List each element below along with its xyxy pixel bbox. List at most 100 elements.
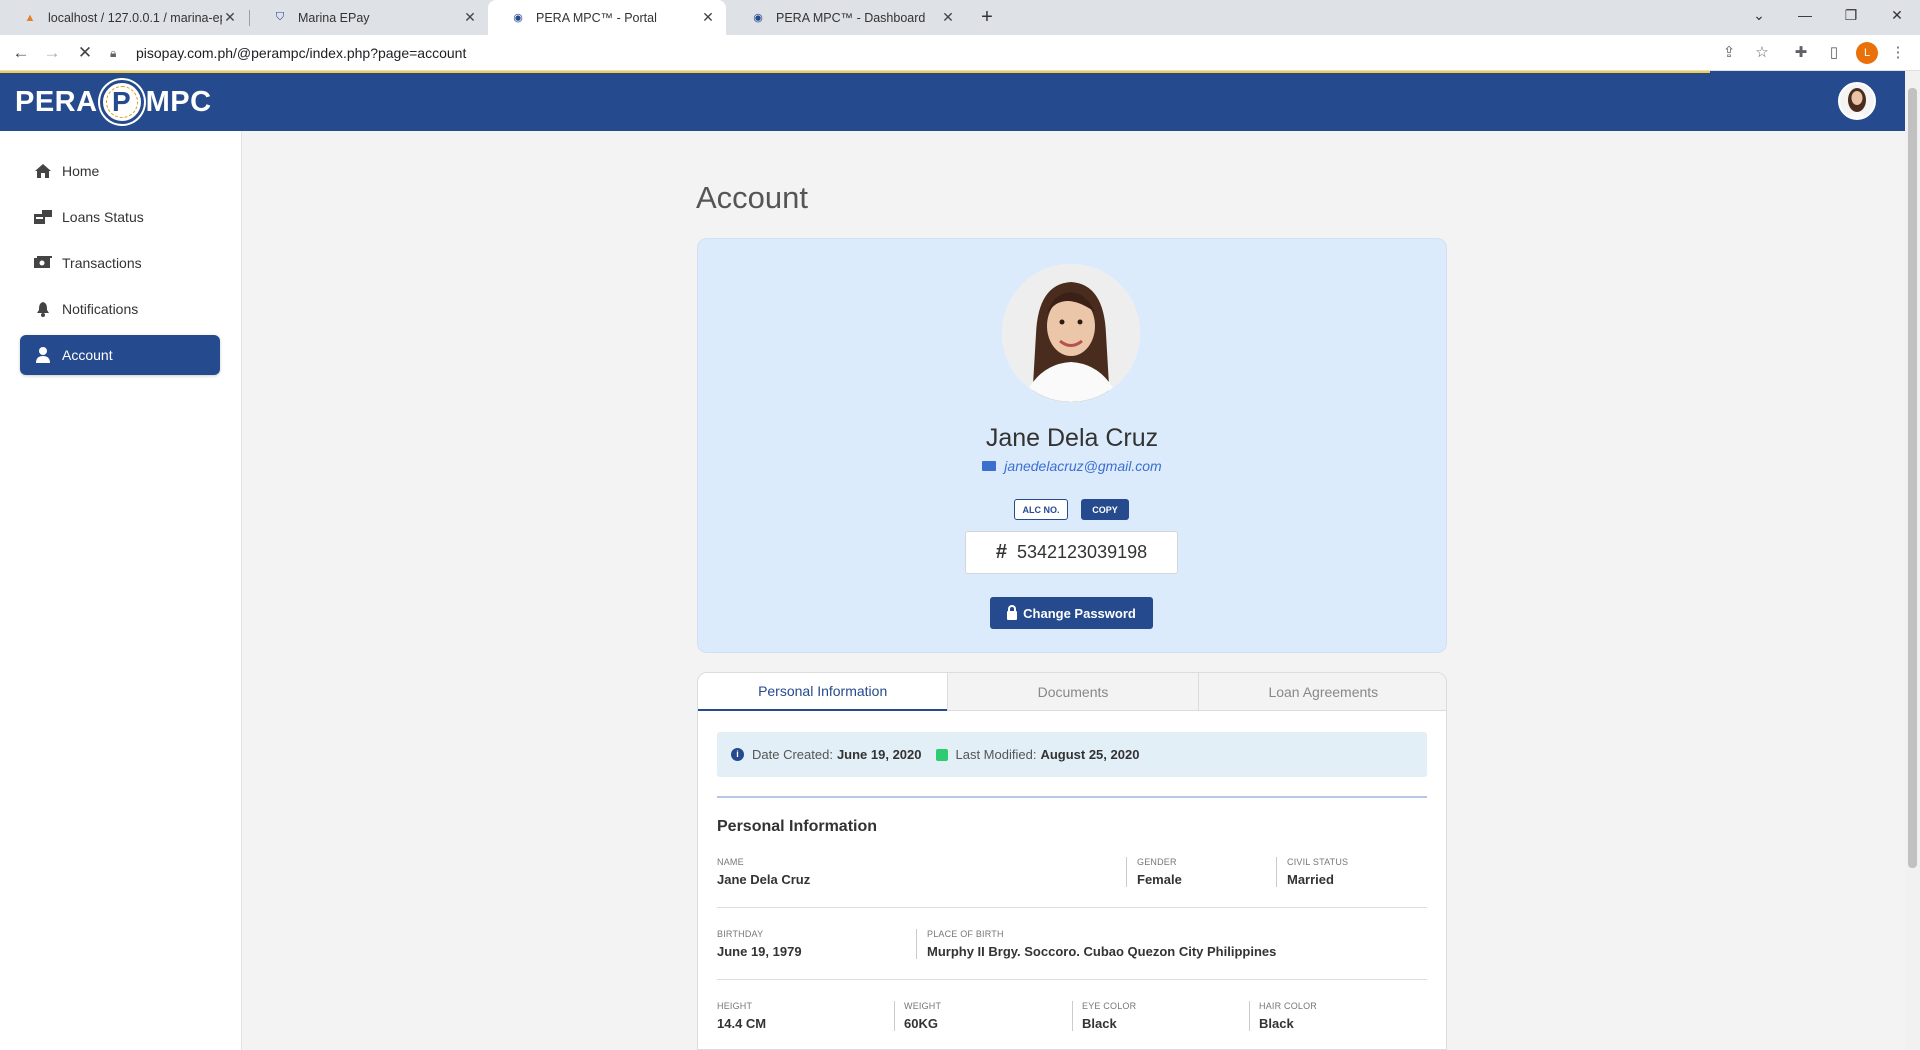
url-text: pisopay.com.ph/@perampc/index.php?page=a… <box>136 45 467 61</box>
sidebar-item-label: Loans Status <box>62 209 144 225</box>
divider <box>1126 857 1127 887</box>
sidebar-item-label: Transactions <box>62 255 142 271</box>
field-label: GENDER <box>1137 857 1177 867</box>
profile-email[interactable]: janedelacruz@gmail.com <box>697 458 1447 474</box>
divider <box>717 979 1427 980</box>
user-avatar[interactable] <box>1838 82 1876 120</box>
date-created: June 19, 2020 <box>836 747 922 762</box>
window-close-icon[interactable]: ✕ <box>1874 0 1920 35</box>
bell-icon <box>34 300 52 318</box>
new-tab-icon[interactable]: + <box>975 5 999 29</box>
loans-icon <box>34 208 52 226</box>
side-panel-icon[interactable]: ▯ <box>1822 41 1846 65</box>
account-number: 5342123039198 <box>1016 542 1148 562</box>
field-value: June 19, 1979 <box>717 944 802 959</box>
logo-text-right: MPC <box>145 85 212 118</box>
field-label: PLACE OF BIRTH <box>927 929 1004 939</box>
sidebar-item-label: Home <box>62 163 100 179</box>
account-number-field: # 5342123039198 <box>965 531 1178 574</box>
calendar-icon <box>935 748 948 761</box>
stop-icon[interactable]: ✕ <box>73 41 97 65</box>
sidebar-item-label: Notifications <box>62 301 139 317</box>
page-title: Account <box>696 180 809 215</box>
envelope-icon <box>982 461 997 471</box>
scrollbar-thumb[interactable] <box>1908 88 1917 868</box>
extensions-icon[interactable]: ✚ <box>1789 41 1813 65</box>
field-label: NAME <box>717 857 744 867</box>
profile-name: Jane Dela Cruz <box>985 424 1159 452</box>
pera-icon: ◉ <box>753 12 763 24</box>
tab-loan-agreements[interactable]: Loan Agreements <box>1197 673 1446 711</box>
record-meta: i Date Created: June 19, 2020 Last Modif… <box>717 732 1427 777</box>
change-password-button[interactable]: Change Password <box>990 597 1153 629</box>
menu-icon[interactable]: ⋮ <box>1886 41 1910 65</box>
sidebar-item-home[interactable]: Home <box>20 151 220 191</box>
restore-icon[interactable]: ❐ <box>1828 0 1874 35</box>
profile-photo <box>1002 264 1140 402</box>
forward-icon[interactable]: → <box>40 41 64 65</box>
close-icon[interactable]: ✕ <box>222 9 238 26</box>
field-gender: GENDER Female <box>1137 857 1182 887</box>
divider <box>717 796 1427 798</box>
sidebar-item-account[interactable]: Account <box>20 335 220 375</box>
field-height: HEIGHT 14.4 CM <box>717 1001 766 1031</box>
tab-title: Marina EPay <box>298 10 370 25</box>
shield-icon: ⛉ <box>275 11 285 23</box>
logo-text-left: PERA <box>15 85 98 118</box>
browser-tab-active[interactable]: ◉ PERA MPC™ - Portal ✕ <box>488 0 726 35</box>
browser-tab[interactable]: ▲ localhost / 127.0.0.1 / marina-ep ✕ <box>0 0 248 35</box>
details-card: Personal Information Documents Loan Agre… <box>697 672 1447 1050</box>
field-value: Black <box>1082 1016 1117 1031</box>
app-header <box>0 71 1905 131</box>
divider <box>1276 857 1277 887</box>
field-value: Black <box>1259 1016 1294 1031</box>
avatar-photo <box>1840 84 1874 118</box>
lock-icon: 🔒︎ <box>110 45 117 60</box>
user-icon <box>34 346 52 364</box>
close-icon[interactable]: ✕ <box>462 9 478 26</box>
field-label: CIVIL STATUS <box>1287 857 1349 867</box>
field-place-of-birth: PLACE OF BIRTH Murphy II Brgy. Soccoro. … <box>927 929 1276 959</box>
section-title: Personal Information <box>717 818 878 835</box>
share-icon[interactable]: ⇪ <box>1717 41 1741 65</box>
divider <box>1072 1001 1073 1031</box>
browser-tab[interactable]: ◉ PERA MPC™ - Dashboard ✕ <box>728 0 966 35</box>
tab-search-icon[interactable]: ⌄ <box>1736 0 1782 35</box>
home-icon <box>34 162 52 180</box>
info-icon: i <box>731 748 744 761</box>
field-name: NAME Jane Dela Cruz <box>717 857 810 887</box>
field-label: BIRTHDAY <box>717 929 764 939</box>
field-label: HEIGHT <box>717 1001 753 1011</box>
sidebar-item-transactions[interactable]: Transactions <box>20 243 220 283</box>
copy-button[interactable]: COPY <box>1081 499 1129 520</box>
last-modified: August 25, 2020 <box>1040 747 1140 762</box>
tab-personal-information[interactable]: Personal Information <box>698 673 948 711</box>
logo-seal: P <box>99 80 144 124</box>
close-icon[interactable]: ✕ <box>940 9 956 26</box>
divider <box>717 907 1427 908</box>
field-label: HAIR COLOR <box>1259 1001 1318 1011</box>
browser-tab[interactable]: ⛉ Marina EPay ✕ <box>250 0 488 35</box>
sidebar-item-notifications[interactable]: Notifications <box>20 289 220 329</box>
sidebar-item-loans-status[interactable]: Loans Status <box>20 197 220 237</box>
field-birthday: BIRTHDAY June 19, 1979 <box>717 929 802 959</box>
pera-mpc-logo[interactable]: PERA P MPC <box>15 80 212 124</box>
back-icon[interactable]: ← <box>9 41 33 65</box>
date-created-label: Date Created: <box>752 747 833 762</box>
tab-documents[interactable]: Documents <box>947 673 1198 711</box>
address-bar[interactable]: 🔒︎ pisopay.com.ph/@perampc/index.php?pag… <box>110 39 1750 67</box>
divider <box>894 1001 895 1031</box>
bookmark-star-icon[interactable]: ☆ <box>1750 41 1774 65</box>
lock-icon <box>1007 604 1018 620</box>
loading-bar <box>0 71 1710 73</box>
close-icon[interactable]: ✕ <box>700 9 716 26</box>
minimize-icon[interactable]: — <box>1782 0 1828 35</box>
field-eye-color: EYE COLOR Black <box>1082 1001 1136 1031</box>
field-value: 60KG <box>904 1016 938 1031</box>
divider <box>916 929 917 959</box>
details-tabs: Personal Information Documents Loan Agre… <box>698 673 1446 711</box>
field-value: 14.4 CM <box>717 1016 767 1031</box>
divider <box>1249 1001 1250 1031</box>
last-modified-label: Last Modified: <box>955 747 1037 762</box>
browser-profile-avatar[interactable]: L <box>1856 42 1878 64</box>
